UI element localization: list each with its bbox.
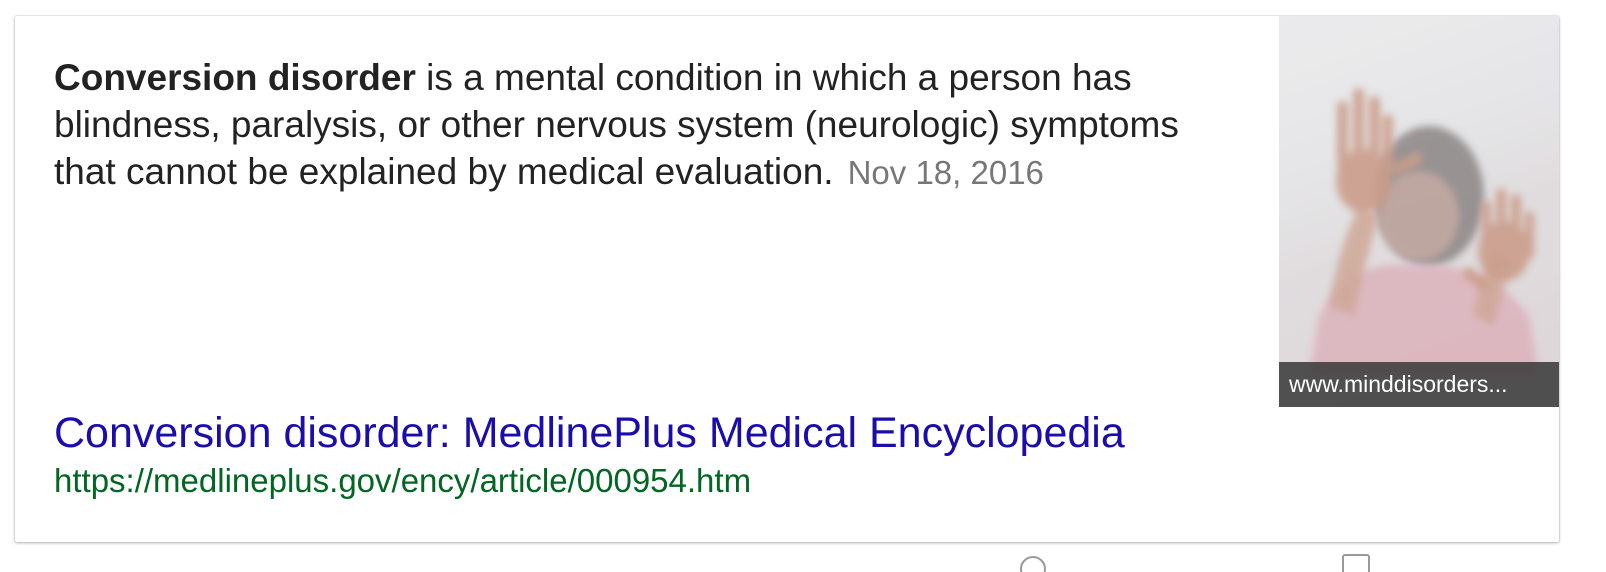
feedback-icon[interactable] bbox=[1342, 554, 1370, 572]
thumbnail-caption[interactable]: www.minddisorders... bbox=[1279, 362, 1559, 407]
snippet-bold-term: Conversion disorder bbox=[54, 57, 416, 98]
result-url: https://medlineplus.gov/ency/article/000… bbox=[54, 462, 752, 499]
result-title-link[interactable]: Conversion disorder: MedlinePlus Medical… bbox=[54, 406, 1125, 460]
feedback-row-partial bbox=[1020, 550, 1580, 572]
info-icon[interactable] bbox=[1020, 556, 1046, 572]
snippet-date: Nov 18, 2016 bbox=[847, 154, 1044, 191]
thumbnail-illustration bbox=[1279, 16, 1559, 407]
thumbnail-image[interactable]: www.minddisorders... bbox=[1279, 16, 1559, 407]
featured-snippet-card: Conversion disorder is a mental conditio… bbox=[15, 16, 1559, 542]
snippet-text: Conversion disorder is a mental conditio… bbox=[54, 54, 1224, 196]
